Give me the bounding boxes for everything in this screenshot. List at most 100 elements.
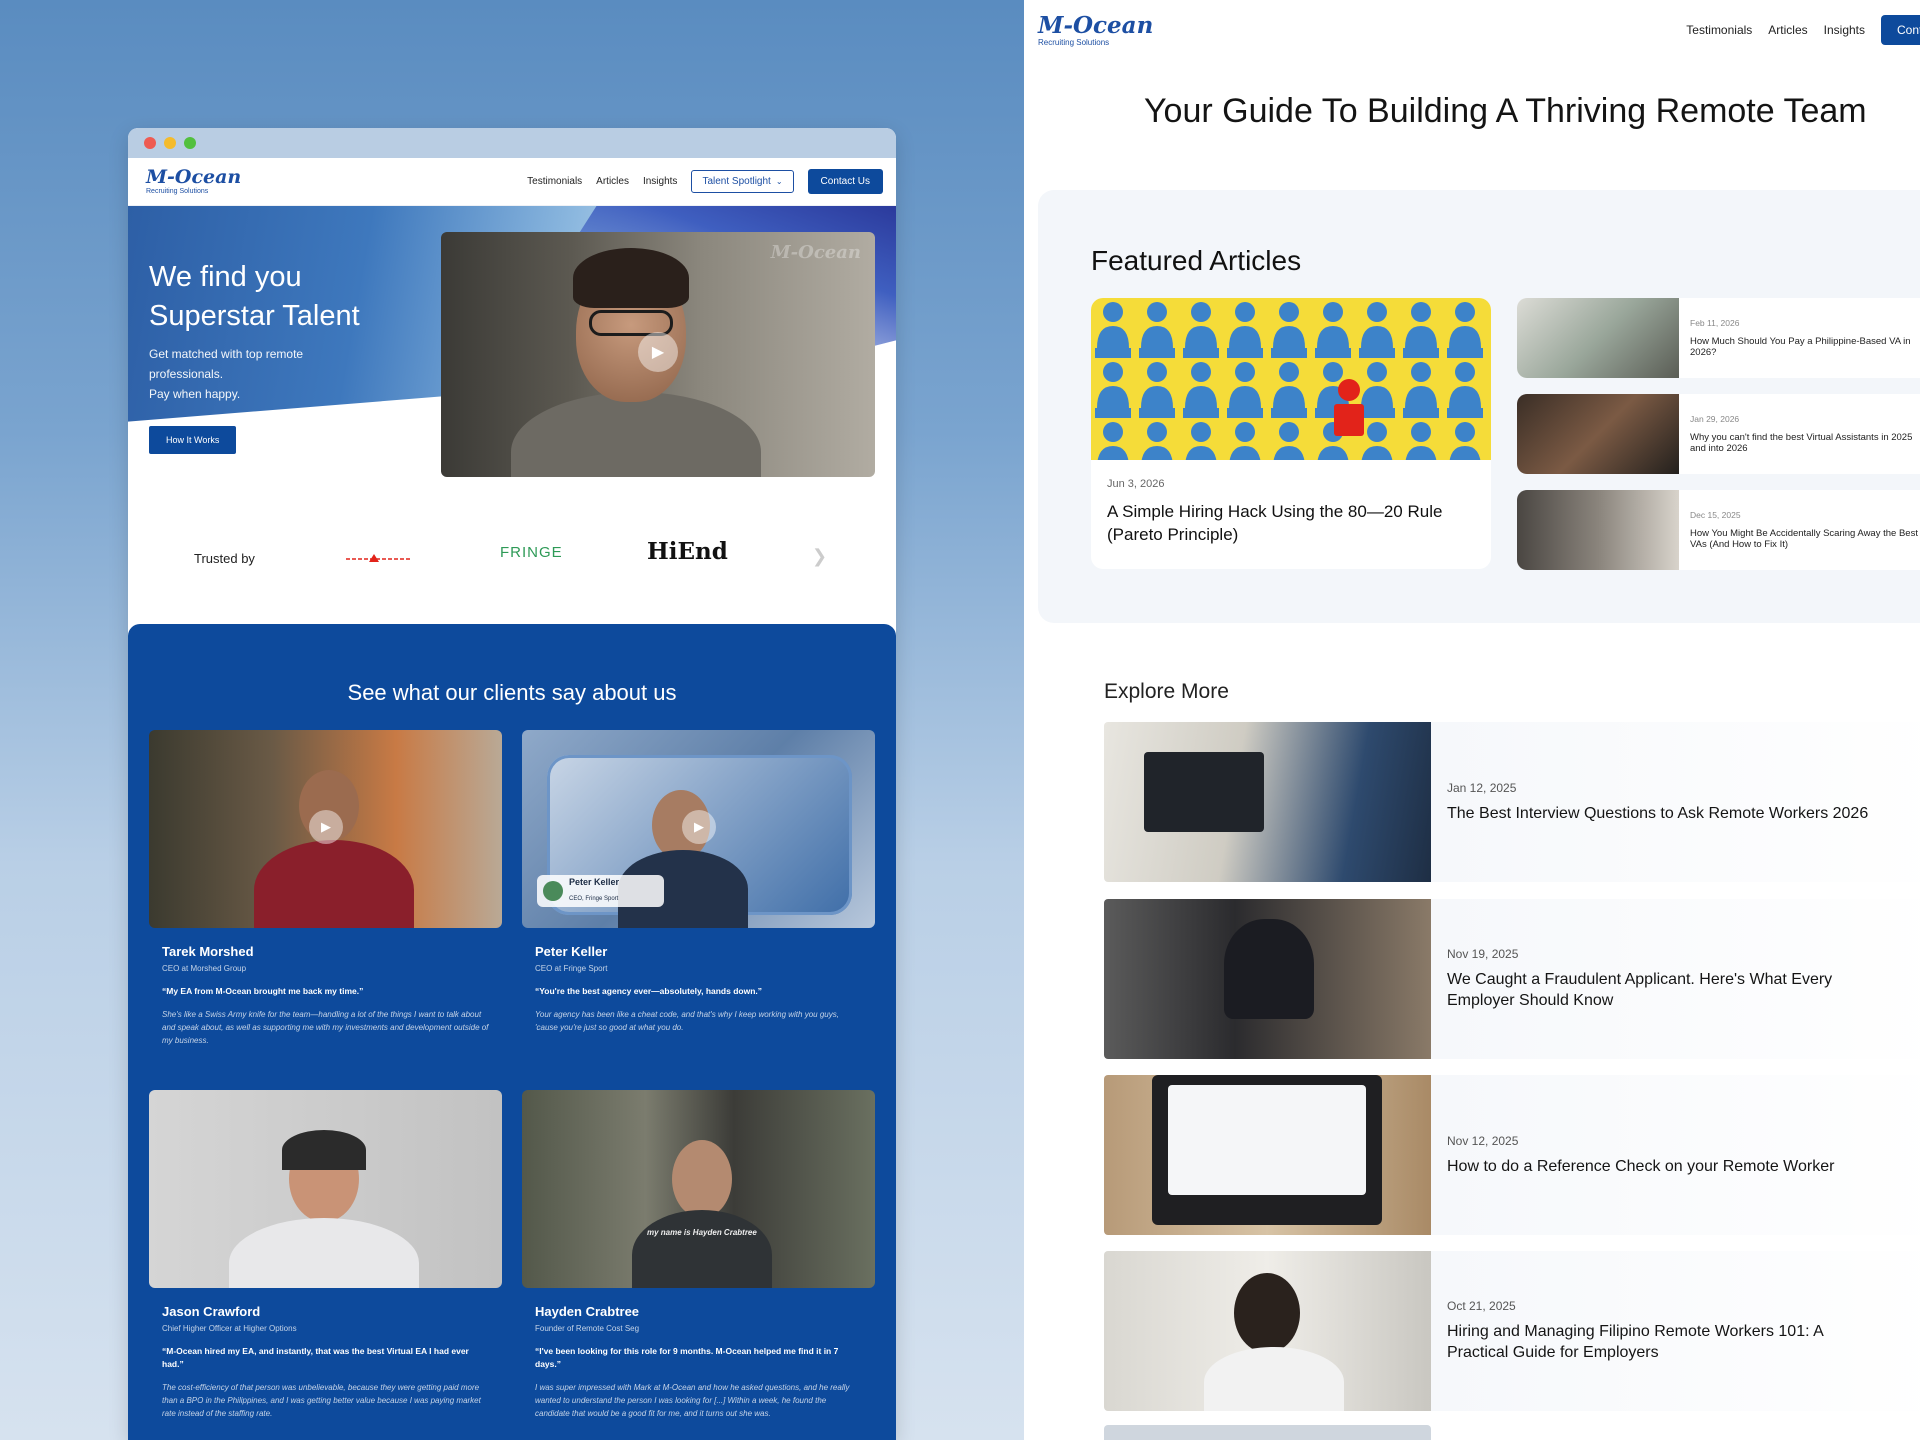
running-man-image <box>1517 490 1679 570</box>
articles-header: M-Ocean Recruiting Solutions Testimonial… <box>1024 0 1920 60</box>
testimonial-role: Chief Higher Officer at Higher Options <box>162 1324 297 1333</box>
headline-line-2: Superstar Talent <box>149 300 360 332</box>
speaker-hair <box>573 248 689 308</box>
hero-section: We find you Superstar Talent Get matched… <box>128 206 896 486</box>
testimonial-name: Peter Keller <box>535 944 608 959</box>
headphones-icon <box>282 1130 366 1170</box>
worker-hair <box>1234 1273 1300 1353</box>
headline-line-1: We find you <box>149 261 302 293</box>
featured-side-card[interactable]: Feb 11, 2026 How Much Should You Pay a Ph… <box>1517 298 1920 378</box>
maximize-dot[interactable] <box>184 137 196 149</box>
side-title: How Much Should You Pay a Philippine-Bas… <box>1690 336 1911 358</box>
testimonial-video[interactable]: Peter Keller CEO, Fringe Sport ▶ <box>522 730 875 928</box>
featured-heading: Featured Articles <box>1091 245 1302 276</box>
nav-testimonials[interactable]: Testimonials <box>527 176 582 187</box>
testimonial-detail: Your agency has been like a cheat code, … <box>535 1010 839 1032</box>
contact-us-button[interactable]: Contact Us <box>807 169 883 194</box>
close-dot[interactable] <box>144 137 156 149</box>
explore-item[interactable]: Oct 21, 2025 Hiring and Managing Filipino… <box>1104 1251 1920 1411</box>
speaker-body <box>254 840 414 928</box>
side-title: Why you can't find the best Virtual Assi… <box>1690 432 1913 454</box>
explore-date: Jan 12, 2025 <box>1447 780 1517 795</box>
hero-headline: We find you Superstar Talent <box>149 258 379 336</box>
speaker-face <box>672 1140 732 1218</box>
play-icon[interactable]: ▶ <box>638 332 678 372</box>
explore-title: We Caught a Fraudulent Applicant. Here's… <box>1447 971 1833 1009</box>
explore-title: The Best Interview Questions to Ask Remo… <box>1447 804 1869 822</box>
trusted-by-strip: Trusted by FRINGE HiEnd ❯ <box>128 486 896 631</box>
page-title: Your Guide To Building A Thriving Remote… <box>1144 92 1867 130</box>
explore-item[interactable]: Jan 12, 2025 The Best Interview Questions… <box>1104 722 1920 882</box>
window-chrome <box>128 128 896 158</box>
nav-testimonials[interactable]: Testimonials <box>1686 23 1752 37</box>
testimonial-quote: “I've been looking for this role for 9 m… <box>535 1346 839 1369</box>
speaker-body <box>511 392 761 477</box>
hero-subtext: Get matched with top remote professional… <box>149 344 379 404</box>
frustrated-man-image <box>1517 394 1679 474</box>
testimonial-card: Peter Keller CEO, Fringe Sport ▶ Peter Ke… <box>522 730 875 1034</box>
testimonial-name: Jason Crawford <box>162 1304 261 1319</box>
explore-item[interactable]: Nov 12, 2025 How to do a Reference Check … <box>1104 1075 1920 1235</box>
nav-insights[interactable]: Insights <box>643 176 677 187</box>
testimonial-card: ▶ Tarek Morshed CEO at Morshed Group “My… <box>149 730 502 1047</box>
sub-line-3: Pay when happy. <box>149 387 241 401</box>
nav-insights[interactable]: Insights <box>1824 23 1865 37</box>
testimonial-role: Founder of Remote Cost Seg <box>535 1324 640 1333</box>
featured-side-card[interactable]: Jan 29, 2026 Why you can't find the best … <box>1517 394 1920 474</box>
testimonial-video[interactable] <box>149 1090 502 1288</box>
hero-copy: We find you Superstar Talent Get matched… <box>149 258 379 404</box>
hood-icon <box>1224 919 1314 1019</box>
tag-name: Peter Keller <box>569 877 620 887</box>
explore-date: Oct 21, 2025 <box>1447 1299 1516 1313</box>
explore-title: How to do a Reference Check on your Remo… <box>1447 1157 1835 1175</box>
play-icon[interactable]: ▶ <box>682 810 716 844</box>
testimonial-card: my name is Hayden Crabtree Hayden Crabtr… <box>522 1090 875 1420</box>
testimonial-quote: “M-Ocean hired my EA, and instantly, tha… <box>162 1346 469 1369</box>
fringe-logo: FRINGE <box>500 544 563 561</box>
testimonials-section: See what our clients say about us ▶ Tare… <box>128 624 896 1440</box>
testimonial-video[interactable]: ▶ <box>149 730 502 928</box>
speaker-body <box>229 1218 419 1288</box>
testimonials-heading: See what our clients say about us <box>347 680 677 705</box>
featured-main-title: A Simple Hiring Hack Using the 80—20 Rul… <box>1107 502 1443 544</box>
side-date: Feb 11, 2026 <box>1690 318 1740 328</box>
brand-logo[interactable]: M-Ocean Recruiting Solutions <box>146 168 241 196</box>
trusted-by-label: Trusted by <box>194 551 255 566</box>
talent-spotlight-dropdown[interactable]: Talent Spotlight ⌄ <box>691 170 794 193</box>
contact-us-button[interactable]: Contact Us <box>1881 15 1920 45</box>
how-it-works-button[interactable]: How It Works <box>149 426 237 454</box>
sub-line-1: Get matched with top remote <box>149 347 304 361</box>
main-nav: Testimonials Articles Insights Talent Sp… <box>527 169 883 194</box>
homepage-mockup: M-Ocean Recruiting Solutions Testimonial… <box>128 128 896 1440</box>
testimonial-role: CEO at Morshed Group <box>162 964 247 973</box>
site-header: M-Ocean Recruiting Solutions Testimonial… <box>128 158 896 206</box>
testimonial-video[interactable]: my name is Hayden Crabtree <box>522 1090 875 1288</box>
chevron-down-icon: ⌄ <box>775 177 783 186</box>
nav-articles[interactable]: Articles <box>596 176 629 187</box>
avatar <box>543 881 563 901</box>
worker-body <box>1204 1347 1344 1411</box>
testimonial-detail: I was super impressed with Mark at M-Oce… <box>535 1383 850 1418</box>
testimonial-role: CEO at Fringe Sport <box>535 964 608 973</box>
sub-line-2: professionals. <box>149 367 224 381</box>
hero-video[interactable]: ▶ M-Ocean <box>441 232 875 477</box>
play-icon[interactable]: ▶ <box>309 810 343 844</box>
nav-articles[interactable]: Articles <box>1768 23 1807 37</box>
minimize-dot[interactable] <box>164 137 176 149</box>
logo-tagline: Recruiting Solutions <box>1038 37 1110 47</box>
insurance-logo <box>346 550 412 562</box>
carousel-next-icon[interactable]: ❯ <box>812 546 827 567</box>
filipino-worker-image <box>1104 1251 1431 1411</box>
explore-item-partial[interactable] <box>1104 1425 1431 1440</box>
explore-title: Hiring and Managing Filipino Remote Work… <box>1447 1323 1823 1361</box>
explore-item[interactable]: Nov 19, 2025 We Caught a Fraudulent Appli… <box>1104 899 1920 1059</box>
logo-tagline: Recruiting Solutions <box>146 188 209 195</box>
interview-laptop-image <box>1104 722 1431 882</box>
featured-side-card[interactable]: Dec 15, 2025 How You Might Be Accidentall… <box>1517 490 1920 570</box>
featured-main-card[interactable]: Jun 3, 2026 A Simple Hiring Hack Using t… <box>1091 298 1491 569</box>
logo-wordmark: M-Ocean <box>1038 11 1154 39</box>
side-title: How You Might Be Accidentally Scaring Aw… <box>1690 528 1918 550</box>
laptop-icon <box>1144 752 1264 832</box>
brand-logo[interactable]: M-Ocean Recruiting Solutions <box>1038 14 1153 47</box>
email-window <box>1168 1085 1366 1195</box>
